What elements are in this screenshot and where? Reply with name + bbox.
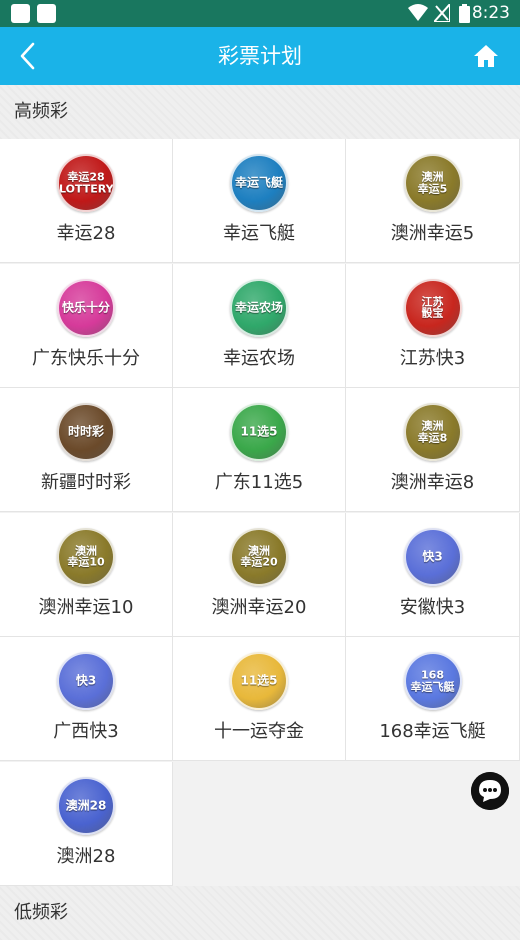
lottery-item[interactable]: 幸运28 LOTTERY 幸运28	[0, 139, 173, 263]
lottery-label: 广西快3	[53, 721, 119, 742]
lottery-label: 安徽快3	[399, 596, 466, 618]
lottery-icon-text: 幸运飞艇	[234, 175, 283, 190]
lottery-item[interactable]: 澳洲 幸运8 澳洲幸运8	[346, 388, 520, 512]
lottery-label: 澳洲幸运5	[390, 223, 475, 244]
lottery-item[interactable]: 168 幸运飞艇 168幸运飞艇	[346, 637, 520, 761]
section-title: 高频彩	[14, 101, 68, 122]
notification-icon	[11, 4, 30, 23]
section-header-high-frequency: 高频彩	[0, 85, 520, 139]
lottery-label: 江苏快3	[399, 347, 466, 369]
wifi-icon	[408, 4, 428, 21]
lottery-icon-text: 快3	[75, 673, 97, 688]
app-bar: 彩票计划	[0, 27, 520, 85]
lottery-label: 168幸运飞艇	[379, 721, 486, 742]
lottery-item[interactable]: 快3 广西快3	[0, 637, 173, 761]
aus28-icon: 澳洲28	[57, 776, 115, 835]
lottery-label: 澳洲幸运20	[211, 596, 307, 618]
lottery-icon-text: 澳洲 幸运5	[417, 170, 448, 195]
lottery-icon-text: 11选5	[240, 673, 278, 688]
battery-icon	[459, 4, 470, 23]
ah-k3-icon: 快3	[403, 527, 462, 586]
section-header-low-frequency: 低频彩	[0, 886, 520, 940]
status-bar: 8:23	[0, 0, 520, 27]
gd-11x5-icon: 11选5	[230, 403, 288, 461]
lottery-icon-text: 幸运28 LOTTERY	[59, 170, 114, 195]
lottery-icon-text: 快乐十分	[61, 300, 110, 315]
sd-11yunduojin-icon: 11选5	[230, 652, 288, 710]
lottery-item[interactable]: 澳洲 幸运10 澳洲幸运10	[0, 512, 173, 637]
lottery-label: 新疆时时彩	[41, 472, 131, 493]
lottery-item[interactable]: 快乐十分广东快乐十分	[0, 263, 173, 388]
lottery-item[interactable]: 时时彩 新疆时时彩	[0, 388, 173, 512]
lottery-item[interactable]: 幸运飞艇 幸运飞艇	[173, 139, 346, 263]
lottery-label: 幸运飞艇	[223, 223, 295, 244]
chat-bubble-button[interactable]	[471, 772, 509, 810]
lucky-farm-icon: 幸运农场	[230, 278, 288, 337]
lottery-label: 广东快乐十分	[32, 347, 140, 369]
lottery-icon-text: 168 幸运飞艇	[410, 668, 455, 693]
lottery-item[interactable]: 幸运农场 幸运农场	[173, 263, 346, 388]
lottery-item[interactable]: 澳洲28 澳洲28	[0, 761, 173, 886]
lottery-icon-text: 澳洲 幸运20	[240, 543, 278, 569]
lottery-label: 幸运农场	[223, 347, 295, 369]
gd-happy10-icon: 快乐十分	[57, 278, 115, 337]
lottery-item[interactable]: 11选5 十一运夺金	[173, 637, 346, 761]
page-title: 彩票计划	[218, 44, 302, 68]
lottery-icon-text: 11选5	[240, 424, 278, 439]
lucky28-icon: 幸运28 LOTTERY	[57, 154, 115, 212]
lottery-icon-text: 澳洲 幸运10	[67, 543, 105, 569]
aus-lucky8-icon: 澳洲 幸运8	[403, 403, 462, 461]
lucky-boat-168-icon: 168 幸运飞艇	[403, 652, 462, 710]
lottery-item[interactable]: 澳洲 幸运5 澳洲幸运5	[346, 139, 520, 263]
lottery-icon-text: 幸运农场	[234, 300, 283, 315]
aus-lucky20-icon: 澳洲 幸运20	[230, 527, 288, 586]
aus-lucky10-icon: 澳洲 幸运10	[57, 527, 115, 586]
js-k3-icon: 江苏 骰宝	[403, 278, 462, 337]
no-signal-icon	[434, 4, 450, 22]
lottery-item[interactable]: 澳洲 幸运20 澳洲幸运20	[173, 512, 346, 637]
status-time: 8:23	[471, 3, 510, 23]
lottery-item[interactable]: 江苏 骰宝江苏快3	[346, 263, 520, 388]
lottery-label: 澳洲幸运8	[390, 472, 475, 493]
xj-ssc-icon: 时时彩	[57, 403, 115, 461]
lucky-boat-icon: 幸运飞艇	[230, 154, 288, 212]
gx-k3-icon: 快3	[57, 652, 115, 710]
lottery-label: 幸运28	[56, 223, 116, 244]
lottery-icon-text: 澳洲 幸运8	[417, 419, 448, 444]
lottery-label: 澳洲幸运10	[38, 596, 134, 618]
lottery-icon-text: 时时彩	[67, 424, 104, 439]
lottery-icon-text: 澳洲28	[65, 798, 107, 813]
lottery-item[interactable]: 快3 安徽快3	[346, 512, 520, 637]
lottery-label: 十一运夺金	[214, 721, 304, 742]
chat-icon	[471, 772, 509, 810]
section-title: 低频彩	[14, 902, 68, 923]
home-icon[interactable]	[472, 42, 500, 70]
lottery-item[interactable]: 11选5 广东11选5	[173, 388, 346, 512]
lottery-label: 广东11选5	[214, 472, 304, 493]
lottery-label: 澳洲28	[56, 845, 116, 867]
lottery-icon-text: 江苏 骰宝	[421, 294, 444, 320]
lottery-icon-text: 快3	[422, 549, 443, 564]
notification-icon	[37, 4, 56, 23]
aus-lucky5-icon: 澳洲 幸运5	[403, 154, 462, 212]
